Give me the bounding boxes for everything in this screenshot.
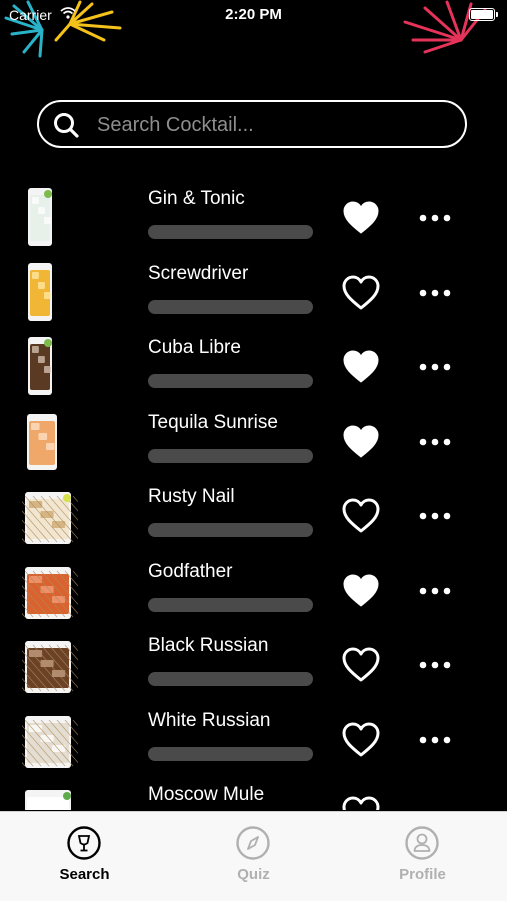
cocktail-row[interactable]: White Russian [0,700,507,774]
heart-filled-icon[interactable] [341,349,381,385]
compass-icon [236,826,270,865]
cocktail-image [0,484,122,546]
cocktail-row[interactable]: Godfather [0,551,507,625]
heart-outline-icon[interactable] [341,498,381,534]
cocktail-row[interactable]: Gin & Tonic [0,178,507,252]
more-options-icon[interactable] [418,581,452,601]
cocktail-rating-bar [148,225,313,239]
cocktail-name: White Russian [148,709,271,731]
tab-search[interactable]: Search [0,812,169,901]
cocktail-name: Gin & Tonic [148,188,245,209]
search-icon [54,113,79,138]
heart-outline-icon[interactable] [341,647,381,683]
tab-label: Profile [399,866,446,883]
more-options-icon[interactable] [418,357,452,377]
cocktail-row[interactable]: Moscow Mule [0,774,507,810]
cocktail-image [22,335,78,397]
cocktail-rating-bar [148,672,313,686]
more-options-icon[interactable] [418,283,452,303]
tab-label: Quiz [237,866,270,883]
heart-filled-icon[interactable] [341,424,381,460]
heart-outline-icon[interactable] [341,796,381,810]
cocktail-image [0,708,122,770]
cocktail-name: Black Russian [148,635,269,656]
cocktail-row[interactable]: Cuba Libre [0,327,507,401]
cocktail-image [22,410,78,472]
cocktail-row[interactable]: Rusty Nail [0,476,507,550]
cocktail-name: Godfather [148,560,233,582]
cocktail-name: Rusty Nail [148,486,235,507]
cocktail-row[interactable]: Black Russian [0,625,507,699]
cocktail-name: Cuba Libre [148,337,241,358]
cocktail-image [22,186,78,248]
cocktail-image [22,261,78,323]
tab-quiz[interactable]: Quiz [169,812,338,901]
tab-label: Search [59,866,110,883]
cocktail-rating-bar [148,374,313,388]
cocktail-image [22,782,78,810]
more-options-icon[interactable] [418,730,452,750]
heart-outline-icon[interactable] [341,275,381,311]
cocktail-row[interactable]: Tequila Sunrise [0,402,507,476]
cocktail-glass-icon [67,826,101,865]
cocktail-name: Screwdriver [148,262,249,284]
tab-bar: Search Quiz Profile [0,811,507,901]
cocktail-rating-bar [148,597,313,612]
more-options-icon[interactable] [418,804,452,810]
cocktail-rating-bar [148,746,313,761]
cocktail-list[interactable]: Gin & Tonic Screwdriver Cuba Libre Tequila … [0,178,507,810]
heart-outline-icon[interactable] [341,722,381,758]
cocktail-image [0,559,122,621]
heart-filled-icon[interactable] [341,573,381,609]
more-options-icon[interactable] [418,208,452,228]
cocktail-row[interactable]: Screwdriver [0,253,507,327]
cocktail-rating-bar [148,299,313,314]
battery-icon [469,8,498,21]
clock: 2:20 PM [225,6,282,23]
more-options-icon[interactable] [418,655,452,675]
cocktail-image [0,633,122,695]
cocktail-rating-bar [148,523,313,537]
cocktail-name: Tequila Sunrise [148,411,278,433]
cocktail-name: Moscow Mule [148,784,265,805]
person-icon [405,826,439,865]
more-options-icon[interactable] [418,506,452,526]
more-options-icon[interactable] [418,432,452,452]
search-input[interactable] [95,110,449,140]
heart-filled-icon[interactable] [341,200,381,236]
tab-profile[interactable]: Profile [338,812,507,901]
status-bar: Carrier 2:20 PM [0,0,507,58]
search-bar[interactable] [37,100,467,148]
cocktail-rating-bar [148,448,313,463]
